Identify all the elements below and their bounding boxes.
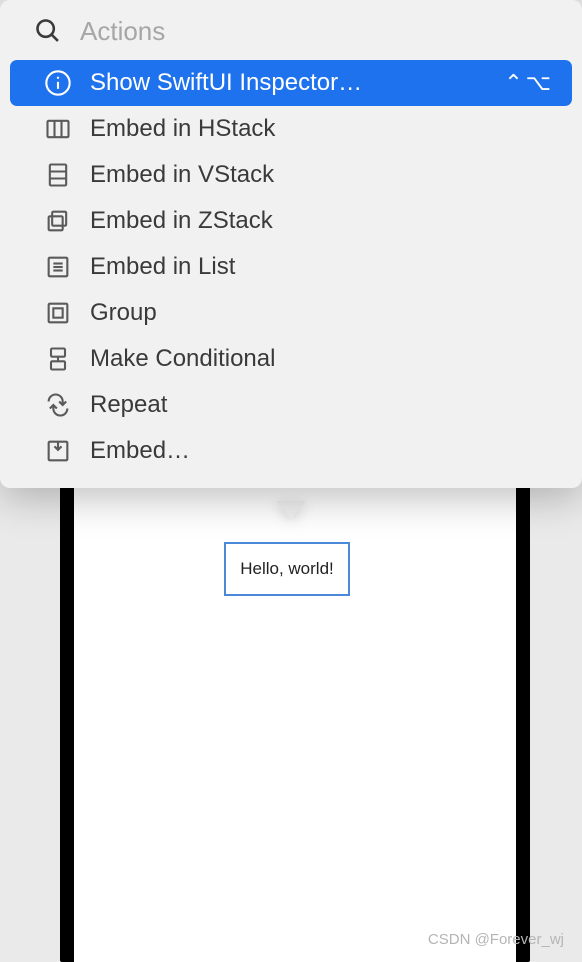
selected-view-outline[interactable]: Hello, world! <box>224 542 350 596</box>
menu-item-shortcut: ⌃⌥ <box>504 70 554 96</box>
list-icon <box>44 253 72 281</box>
menu-item-label: Embed in ZStack <box>90 207 554 235</box>
menu-item-embed-list[interactable]: Embed in List <box>10 244 572 290</box>
menu-item-embed-hstack[interactable]: Embed in HStack <box>10 106 572 152</box>
info-icon <box>44 69 72 97</box>
actions-menu: Show SwiftUI Inspector… ⌃⌥ Embed in HSta… <box>0 60 582 474</box>
menu-item-show-inspector[interactable]: Show SwiftUI Inspector… ⌃⌥ <box>10 60 572 106</box>
menu-item-label: Group <box>90 299 554 327</box>
menu-item-repeat[interactable]: Repeat <box>10 382 572 428</box>
menu-item-label: Embed… <box>90 437 554 465</box>
search-row <box>0 6 582 60</box>
actions-popover: Show SwiftUI Inspector… ⌃⌥ Embed in HSta… <box>0 0 582 488</box>
repeat-icon <box>44 391 72 419</box>
menu-item-make-conditional[interactable]: Make Conditional <box>10 336 572 382</box>
conditional-icon <box>44 345 72 373</box>
watermark: CSDN @Forever_wj <box>428 931 564 948</box>
menu-item-label: Embed in VStack <box>90 161 554 189</box>
vstack-icon <box>44 161 72 189</box>
menu-item-group[interactable]: Group <box>10 290 572 336</box>
menu-item-label: Repeat <box>90 391 554 419</box>
menu-item-label: Embed in HStack <box>90 115 554 143</box>
zstack-icon <box>44 207 72 235</box>
search-input[interactable] <box>80 14 564 48</box>
menu-item-label: Make Conditional <box>90 345 554 373</box>
preview-text: Hello, world! <box>240 559 334 579</box>
menu-item-embed[interactable]: Embed… <box>10 428 572 474</box>
search-icon <box>34 17 62 45</box>
menu-item-label: Show SwiftUI Inspector… <box>90 69 486 97</box>
menu-item-label: Embed in List <box>90 253 554 281</box>
menu-item-embed-zstack[interactable]: Embed in ZStack <box>10 198 572 244</box>
hstack-icon <box>44 115 72 143</box>
popover-anchor-arrow <box>276 501 306 521</box>
group-icon <box>44 299 72 327</box>
menu-item-embed-vstack[interactable]: Embed in VStack <box>10 152 572 198</box>
embed-icon <box>44 437 72 465</box>
